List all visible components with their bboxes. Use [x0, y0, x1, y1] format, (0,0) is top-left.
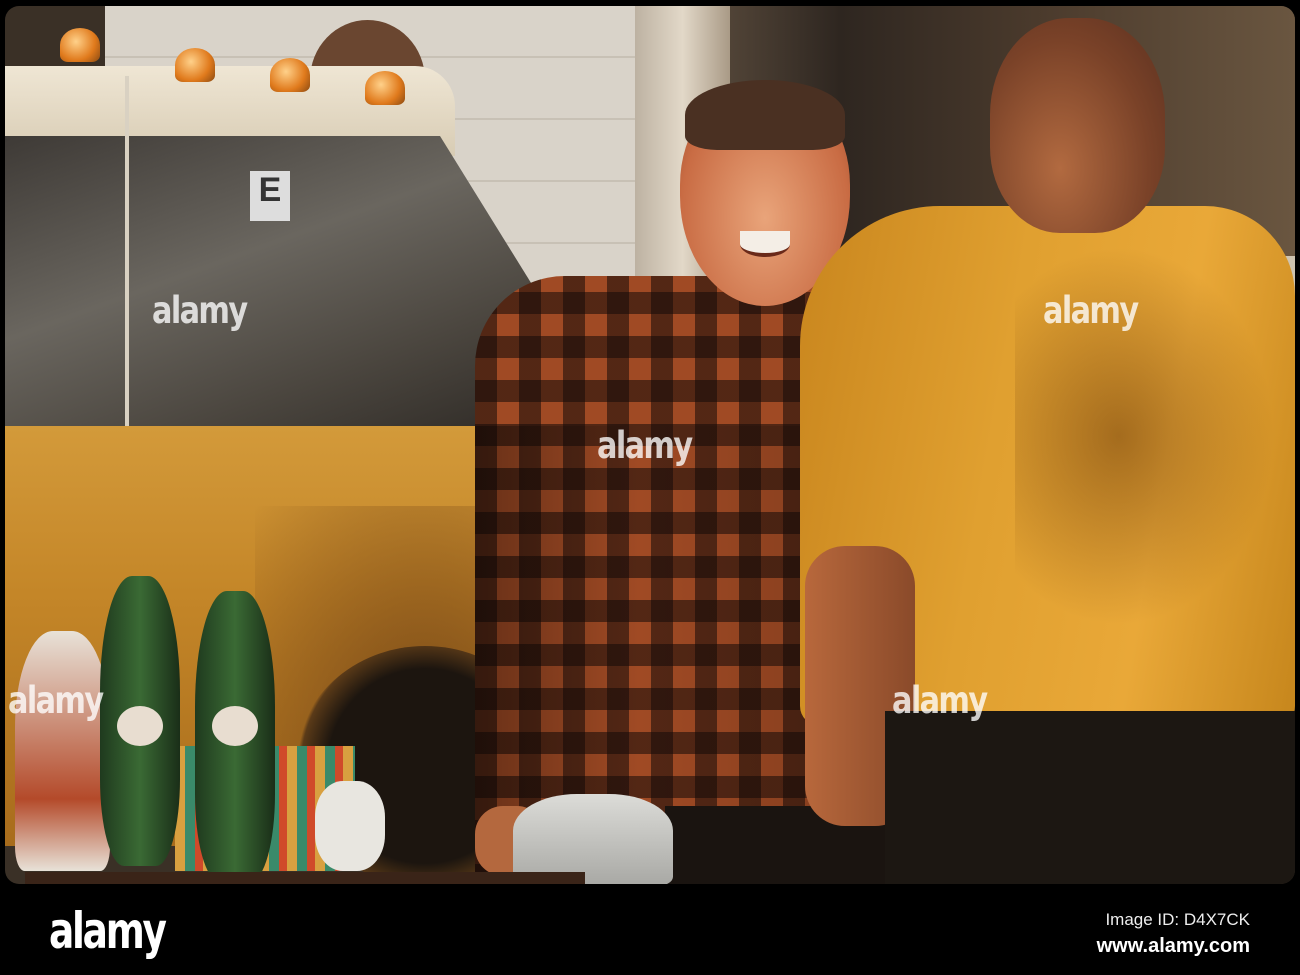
roof-light-icon [60, 28, 100, 62]
bottle-label [212, 706, 258, 746]
man-head-back [990, 18, 1165, 233]
watermark: alamy [597, 424, 693, 467]
dark-trousers [885, 711, 1295, 884]
bottle-label [117, 706, 163, 746]
ceramic-piece [315, 781, 385, 871]
car-antenna [125, 76, 129, 476]
watermark: alamy [152, 289, 248, 332]
hair [685, 80, 845, 150]
watermark: alamy [8, 679, 104, 722]
watermark: alamy [892, 679, 988, 722]
watermark: alamy [1043, 289, 1139, 332]
website-link[interactable]: www.alamy.com [1097, 935, 1250, 958]
photograph: E alamy alamy alamy alamy alamy [5, 6, 1295, 884]
roof-light-icon [270, 58, 310, 92]
alamy-logo: alamy [49, 902, 167, 960]
glass-lamp-shade [513, 794, 673, 884]
roof-light-icon [175, 48, 215, 82]
roof-light-icon [365, 71, 405, 105]
ceramic-figurine [15, 631, 110, 871]
table-edge [25, 872, 585, 884]
windshield-sign: E [250, 171, 290, 221]
image-id: Image ID: D4X7CK [1105, 910, 1250, 929]
smile [740, 231, 790, 257]
